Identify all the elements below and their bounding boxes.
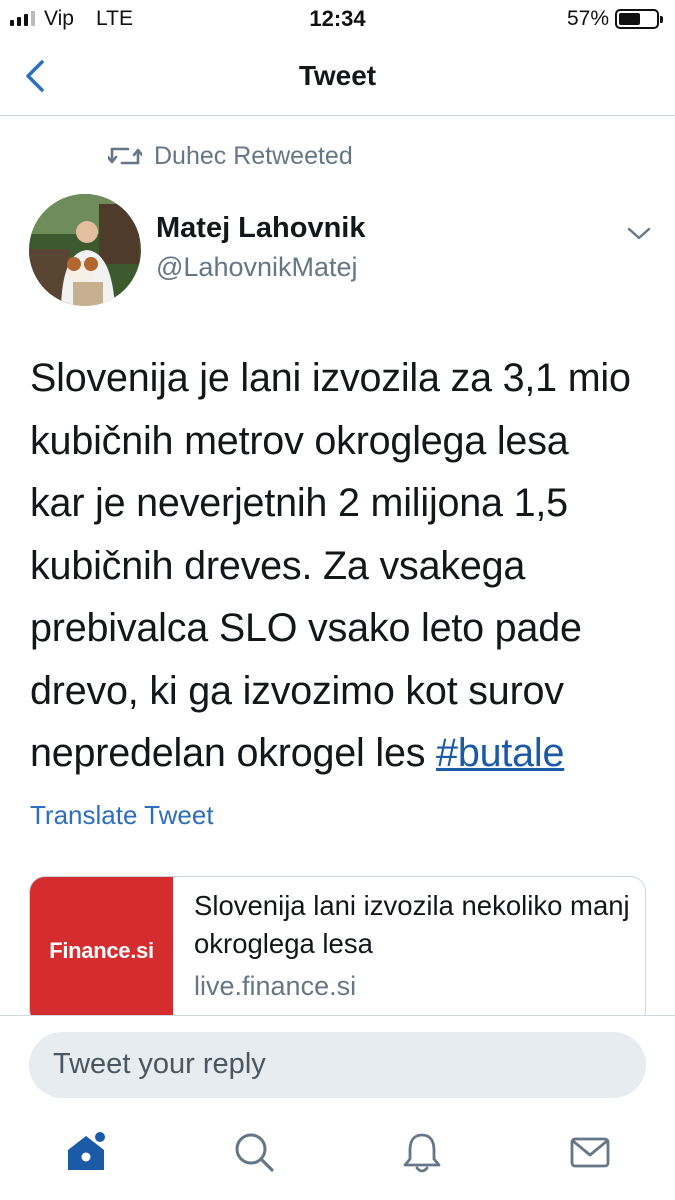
translate-tweet-link[interactable]: Translate Tweet	[30, 800, 214, 831]
reply-input[interactable]: Tweet your reply	[29, 1032, 646, 1098]
tweet-options-button[interactable]	[624, 220, 654, 246]
tweet-line: kar je neverjetnih 2 milijona 1,5	[30, 481, 568, 525]
tab-notifications[interactable]	[398, 1128, 446, 1176]
chevron-down-icon	[627, 227, 651, 240]
tweet-line: drevo, ki ga izvozimo kot surov	[30, 668, 564, 713]
tweet-line-last: nepredelan okrogel les #butale	[30, 722, 650, 785]
link-card-title: Slovenija lani izvozila nekoliko manj ok…	[194, 890, 630, 959]
retweeted-by-label: Duhec Retweeted	[154, 141, 353, 170]
link-card-thumbnail: Finance.si	[30, 877, 173, 1025]
finance-logo: Finance.si	[49, 938, 154, 963]
notifications-icon	[403, 1133, 441, 1173]
avatar[interactable]	[29, 194, 141, 306]
tweet-line: prebivalca SLO vsako leto pade	[30, 606, 582, 650]
tweet-line: Slovenija je lani izvozila za 3,1 mio	[30, 356, 631, 400]
tab-messages[interactable]	[566, 1128, 614, 1176]
retweet-indicator[interactable]: Duhec Retweeted	[108, 140, 353, 172]
retweet-icon	[108, 147, 142, 165]
link-card-domain: live.finance.si	[194, 971, 357, 1001]
nav-bar: Tweet	[0, 38, 675, 116]
author-handle[interactable]: @LahovnikMatej	[156, 252, 358, 283]
tab-home[interactable]	[62, 1128, 110, 1176]
battery-icon	[615, 9, 663, 29]
hashtag-link[interactable]: #butale	[436, 731, 564, 775]
tweet-line: kubičnih metrov okroglega lesa	[30, 418, 569, 463]
reply-placeholder: Tweet your reply	[53, 1048, 266, 1080]
tweet-line: kubičnih dreves. Za vsakega	[30, 543, 526, 588]
home-icon	[68, 1132, 105, 1170]
search-icon	[235, 1133, 274, 1172]
battery-percent: 57%	[566, 7, 609, 30]
tweet-line-text: nepredelan okrogel les	[30, 731, 437, 775]
tab-bar	[0, 1108, 675, 1200]
tab-search[interactable]	[230, 1128, 278, 1176]
avatar-photo	[29, 194, 141, 306]
tweet-text: Slovenija je lani izvozila za 3,1 mio ku…	[30, 347, 650, 785]
status-bar: Vip LTE 12:34 57%	[0, 0, 675, 38]
page-title: Tweet	[298, 60, 377, 91]
author-name[interactable]: Matej Lahovnik	[156, 212, 366, 245]
link-preview-card[interactable]: Finance.si Slovenija lani izvozila nekol…	[29, 876, 646, 1026]
messages-icon	[570, 1137, 610, 1168]
